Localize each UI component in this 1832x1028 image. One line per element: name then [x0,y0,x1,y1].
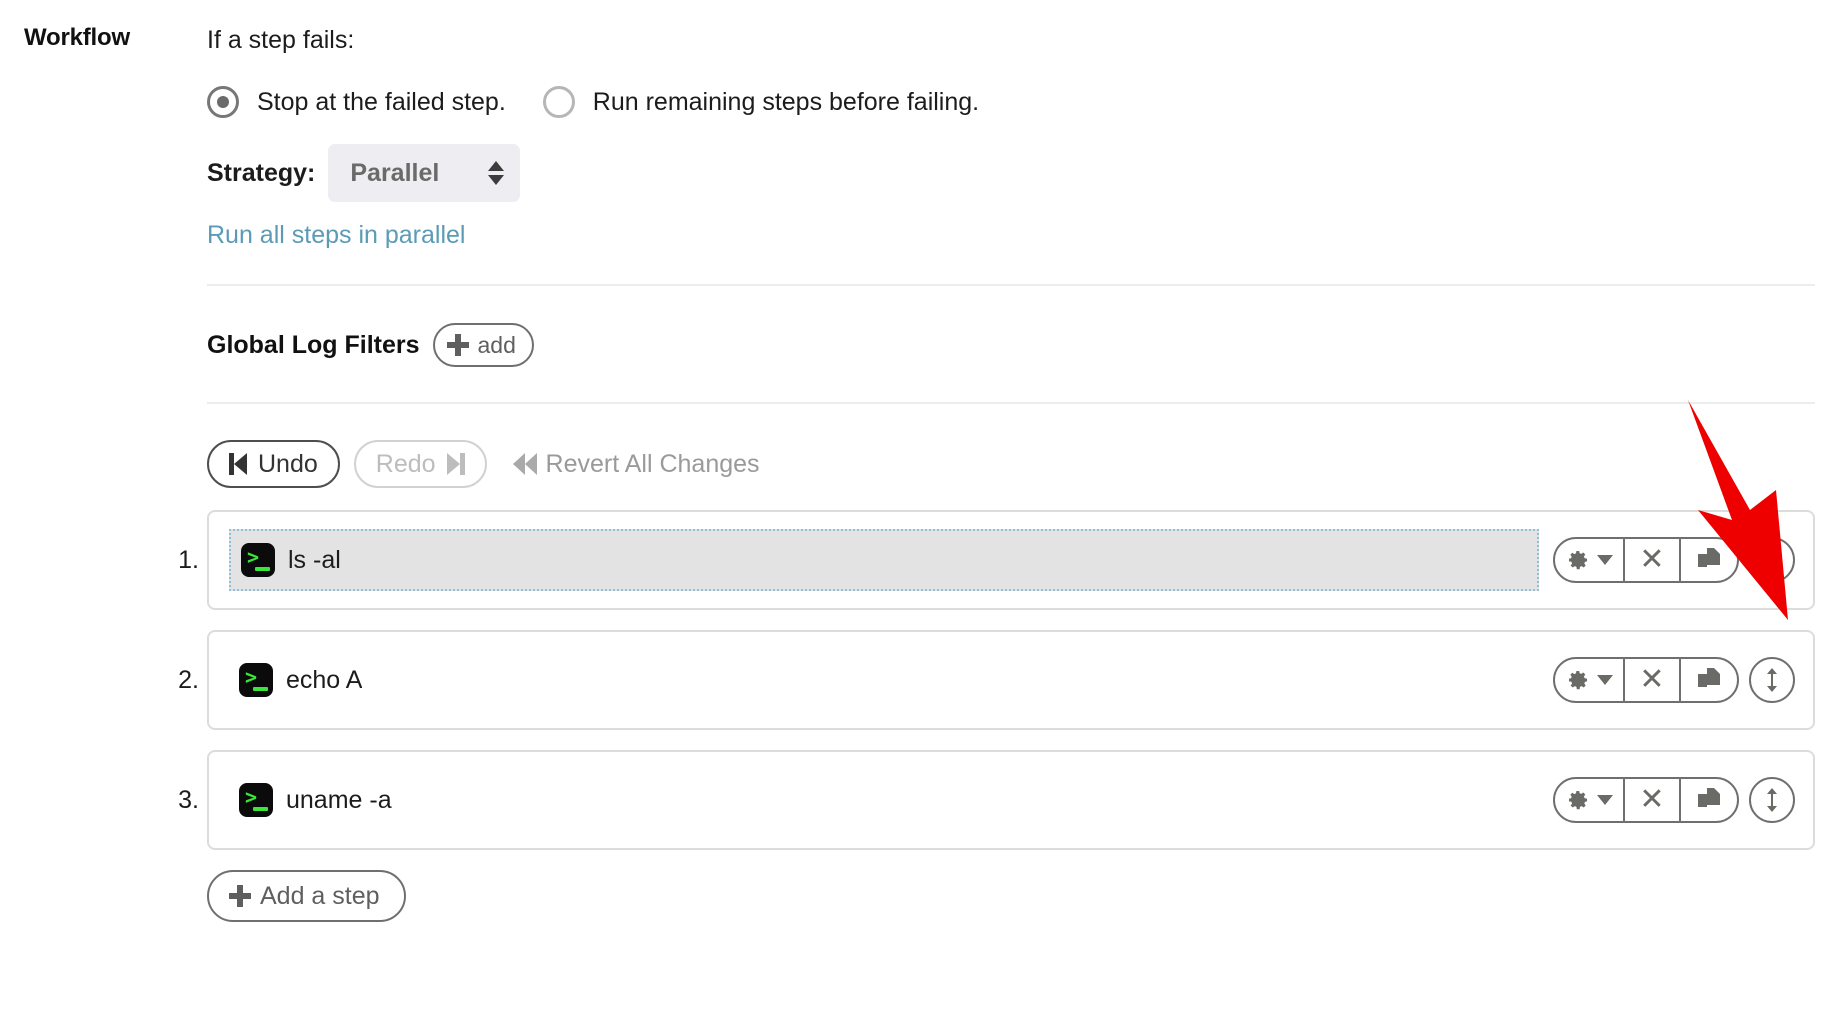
add-step-row: Add a step [207,870,1815,922]
redo-label: Redo [375,449,436,478]
strategy-select[interactable]: Parallel [328,144,521,202]
duplicate-icon [1696,667,1722,693]
step-settings-button[interactable] [1555,659,1625,701]
terminal-icon: > [239,663,273,697]
terminal-icon: > [241,543,275,577]
step-duplicate-button[interactable] [1681,539,1737,581]
step-duplicate-button[interactable] [1681,659,1737,701]
add-log-filter-label: add [477,331,516,358]
step-command-field[interactable]: > echo A [229,649,1539,711]
strategy-select-value: Parallel [350,158,440,187]
radio-run-remaining-steps[interactable] [542,86,575,118]
stepper-arrows-icon [488,161,505,185]
arrows-up-down-icon [1767,548,1777,572]
add-step-label: Add a step [260,881,380,910]
step-actions: ✕ [1553,537,1795,583]
gear-icon [1566,788,1590,812]
strategy-row: Strategy: Parallel [207,143,1815,203]
chevron-down-icon [1596,795,1613,805]
strategy-label: Strategy: [207,158,316,187]
step-delete-button[interactable]: ✕ [1625,659,1681,701]
step-number: 2. [178,665,199,694]
revert-all-changes-label: Revert All Changes [545,449,760,478]
step-command-field[interactable]: > ls -al [229,529,1539,591]
radio-stop-at-failed-step[interactable] [207,86,239,118]
failure-options: Stop at the failed step. Run remaining s… [207,83,1815,121]
global-log-filters-row: Global Log Filters add [207,322,1815,368]
run-all-steps-in-parallel-link[interactable]: Run all steps in parallel [207,221,465,250]
step-action-group: ✕ [1553,777,1739,823]
step-delete-button[interactable]: ✕ [1625,539,1681,581]
skip-previous-icon [229,453,247,475]
step-reorder-handle[interactable] [1749,657,1795,703]
radio-dot [217,96,229,108]
step-reorder-handle[interactable] [1749,537,1795,583]
duplicate-icon [1696,547,1722,573]
step-command-text: uname -a [286,785,392,814]
step-number: 3. [178,785,199,814]
step-action-group: ✕ [1553,537,1739,583]
steps-list: 1. > ls -al ✕ 2. > echo A ✕ 3. > uname -… [178,510,1815,850]
step-row: 1. > ls -al ✕ [178,510,1815,610]
step-card[interactable]: > uname -a ✕ [207,750,1815,850]
redo-button[interactable]: Redo [353,440,487,488]
rewind-icon [512,453,537,475]
step-row: 3. > uname -a ✕ [178,750,1815,850]
revert-all-changes-button[interactable]: Revert All Changes [512,449,760,479]
step-card[interactable]: > echo A ✕ [207,630,1815,730]
workflow-content: If a step fails: Stop at the failed step… [178,24,1815,922]
plus-icon [229,885,251,907]
step-actions: ✕ [1553,777,1795,823]
step-command-text: ls -al [288,545,341,574]
step-actions: ✕ [1553,657,1795,703]
step-command-field[interactable]: > uname -a [229,769,1539,831]
step-duplicate-button[interactable] [1681,779,1737,821]
global-log-filters-title: Global Log Filters [207,330,420,359]
page-title: Workflow [24,24,130,51]
plus-icon [446,334,469,356]
divider-bottom [207,402,1815,404]
step-settings-button[interactable] [1555,779,1625,821]
arrows-up-down-icon [1767,788,1777,812]
arrows-up-down-icon [1767,668,1777,692]
divider-top [207,284,1815,286]
step-card[interactable]: > ls -al ✕ [207,510,1815,610]
add-log-filter-button[interactable]: add [432,323,534,367]
chevron-down-icon [1596,675,1613,685]
history-toolbar: Undo Redo Revert All Changes [207,440,1815,488]
gear-icon [1566,548,1590,572]
step-number: 1. [178,545,199,574]
terminal-icon: > [239,783,273,817]
workflow-settings-page: Workflow If a step fails: Stop at the fa… [0,0,1832,1028]
close-icon: ✕ [1639,782,1665,817]
radio-label-run-remaining-steps[interactable]: Run remaining steps before failing. [593,88,979,117]
close-icon: ✕ [1639,662,1665,697]
add-step-button[interactable]: Add a step [207,870,406,922]
step-row: 2. > echo A ✕ [178,630,1815,730]
skip-next-icon [446,453,465,475]
undo-label: Undo [258,449,318,478]
step-delete-button[interactable]: ✕ [1625,779,1681,821]
step-settings-button[interactable] [1555,539,1625,581]
step-action-group: ✕ [1553,657,1739,703]
duplicate-icon [1696,787,1722,813]
step-command-text: echo A [286,665,363,694]
gear-icon [1566,668,1590,692]
undo-button[interactable]: Undo [207,440,340,488]
radio-label-stop-at-failed-step[interactable]: Stop at the failed step. [257,88,506,117]
close-icon: ✕ [1639,542,1665,577]
failure-prompt: If a step fails: [207,26,355,54]
step-reorder-handle[interactable] [1749,777,1795,823]
chevron-down-icon [1596,555,1613,565]
